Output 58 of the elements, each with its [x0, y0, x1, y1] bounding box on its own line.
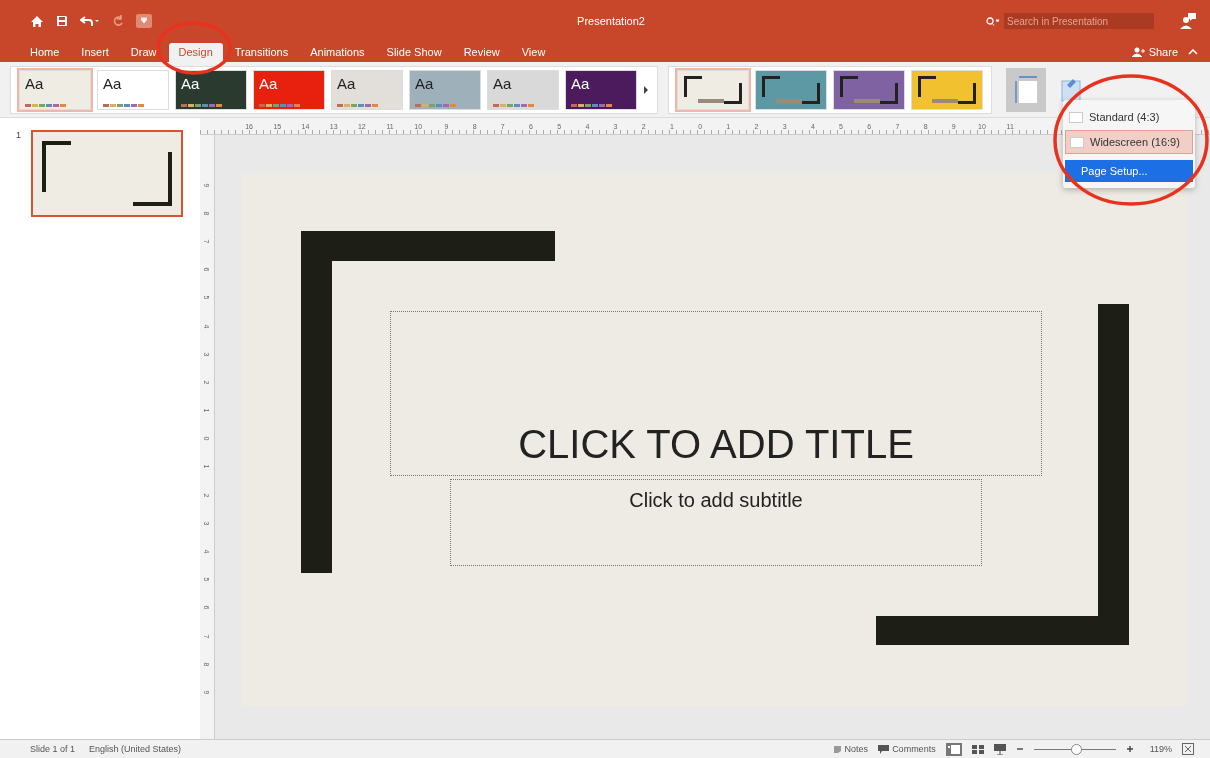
window-title: Presentation2	[576, 15, 646, 27]
add-person-icon	[1131, 47, 1146, 57]
comment-icon	[878, 744, 890, 754]
redo-icon	[112, 15, 124, 27]
theme-thumbnail[interactable]: Aa	[175, 69, 247, 110]
presentation-icon[interactable]	[993, 743, 1006, 755]
title-placeholder[interactable]: CLICK TO ADD TITLE	[390, 311, 1042, 476]
menu-item[interactable]: Widescreen (16:9)	[1065, 130, 1193, 154]
ribbon-tab[interactable]: Draw	[120, 43, 167, 62]
menu-item[interactable]: Standard (4:3)	[1065, 106, 1193, 128]
slide-thumbnail[interactable]	[31, 130, 183, 217]
slide-number: 1	[16, 130, 21, 140]
fit-to-window-icon[interactable]	[1182, 743, 1194, 755]
gallery-more-icon[interactable]	[643, 85, 649, 94]
variant-thumbnail[interactable]	[833, 69, 905, 110]
search-icon	[986, 16, 1000, 26]
home-icon[interactable]	[30, 14, 44, 28]
theme-thumbnail[interactable]: Aa	[331, 69, 403, 110]
variant-thumbnail[interactable]	[911, 69, 983, 110]
title-placeholder-text: CLICK TO ADD TITLE	[518, 422, 914, 467]
slide-size-button[interactable]	[1006, 67, 1046, 112]
zoom-in-icon[interactable]	[1125, 745, 1134, 753]
ribbon-tab[interactable]: Review	[453, 43, 510, 62]
undo-icon[interactable]	[80, 15, 100, 27]
collapse-ribbon-icon[interactable]	[1188, 49, 1198, 55]
zoom-out-icon[interactable]	[1015, 745, 1024, 753]
slide-sorter-icon[interactable]	[971, 744, 984, 754]
theme-thumbnail[interactable]: Aa	[19, 69, 91, 110]
customize-toolbar-icon[interactable]	[136, 14, 152, 28]
theme-thumbnail[interactable]: Aa	[487, 69, 559, 110]
subtitle-placeholder[interactable]: Click to add subtitle	[450, 479, 982, 566]
save-icon[interactable]	[56, 15, 68, 27]
share-button[interactable]: Share	[1131, 46, 1178, 58]
theme-thumbnail[interactable]: Aa	[409, 69, 481, 110]
user-icon[interactable]	[1180, 13, 1196, 29]
ribbon-tab[interactable]: Animations	[300, 43, 375, 62]
notes-icon	[832, 744, 842, 754]
subtitle-placeholder-text: Click to add subtitle	[629, 489, 803, 513]
language-label[interactable]: English (United States)	[89, 744, 182, 754]
zoom-level[interactable]: 119%	[1149, 744, 1172, 754]
comments-button[interactable]: Comments	[878, 744, 936, 754]
ribbon-tab[interactable]: Transitions	[224, 43, 299, 62]
ribbon-tab[interactable]: Slide Show	[376, 43, 452, 62]
search-field[interactable]: Search in Presentation	[1004, 13, 1154, 29]
theme-thumbnail[interactable]: Aa	[565, 69, 637, 110]
slide-count: Slide 1 of 1	[30, 744, 76, 754]
page-size-icon	[1013, 74, 1039, 105]
ribbon-tab[interactable]: Home	[20, 43, 70, 62]
ribbon-tab[interactable]: Insert	[71, 43, 119, 62]
notes-button[interactable]: Notes	[832, 744, 869, 754]
menu-item[interactable]: Page Setup...	[1065, 160, 1193, 182]
variant-thumbnail[interactable]	[677, 69, 749, 110]
variant-thumbnail[interactable]	[755, 69, 827, 110]
ribbon-tab[interactable]: View	[511, 43, 556, 62]
ribbon-tab[interactable]: Design	[168, 43, 223, 62]
theme-thumbnail[interactable]: Aa	[253, 69, 325, 110]
normal-view-icon[interactable]	[945, 742, 962, 756]
theme-thumbnail[interactable]: Aa	[97, 69, 169, 110]
